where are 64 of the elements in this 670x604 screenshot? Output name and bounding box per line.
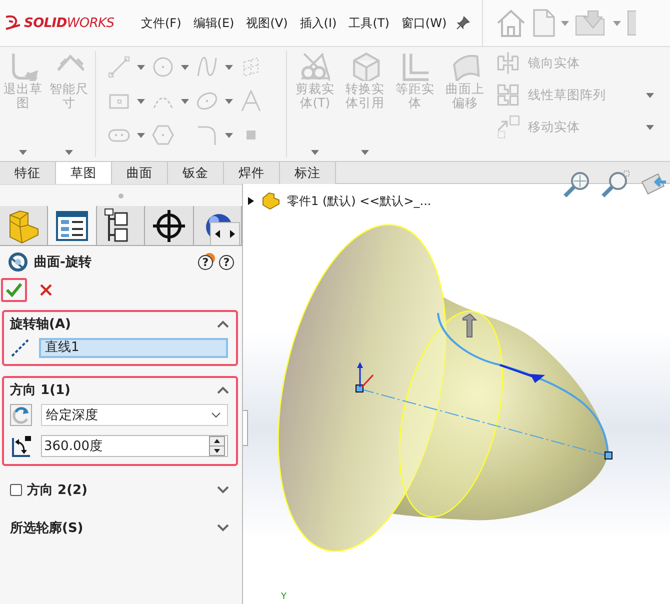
grip-handle-icon[interactable] (118, 192, 124, 198)
collapse-icon[interactable] (216, 385, 230, 395)
circle-icon (152, 56, 174, 78)
expand-icon[interactable] (216, 523, 230, 533)
line-icon (108, 56, 130, 78)
command-tab[interactable]: 焊件 (224, 162, 280, 184)
revolve-icon (8, 252, 28, 272)
hexagon-icon (152, 124, 174, 146)
command-tab[interactable]: 标注 (280, 162, 336, 184)
check-icon (5, 282, 23, 298)
offset-lines-icon (400, 51, 430, 81)
panel-tab[interactable] (145, 206, 194, 245)
collapse-icon[interactable] (216, 319, 230, 329)
expand-icon[interactable] (216, 485, 230, 495)
zoom-area-icon[interactable] (600, 170, 630, 198)
ellipse-icon (196, 90, 218, 112)
fillet-icon (196, 124, 218, 146)
scissors-icon (300, 51, 330, 81)
group-title: 方向 1(1) (10, 382, 70, 399)
close-icon (39, 283, 53, 297)
app-logo: SOLIDWORKS (24, 16, 114, 30)
panel-title: 曲面-旋转 (34, 254, 92, 271)
ok-button[interactable] (1, 278, 27, 302)
whats-new-button[interactable]: ? (198, 254, 213, 270)
angle-icon (10, 434, 32, 458)
group-title: 旋转轴(A) (10, 316, 71, 333)
menu-item[interactable]: 工具(T) (348, 12, 390, 34)
panel-tab[interactable] (96, 206, 146, 245)
caret-icon[interactable] (612, 20, 621, 26)
dropdown-field[interactable]: 给定深度 (41, 404, 228, 426)
part-tree-label[interactable]: 零件1 (默认) <<默认>_... (287, 192, 432, 210)
pattern-icon (496, 83, 520, 107)
spline-icon (196, 56, 218, 78)
menu-item[interactable]: 编辑(E) (192, 12, 236, 34)
command-tab[interactable]: 钣金 (168, 162, 224, 184)
expand-arrow-icon[interactable] (247, 196, 255, 206)
menu-item[interactable]: 窗口(W) (400, 12, 448, 34)
reverse-direction-icon[interactable] (10, 404, 32, 426)
caret-icon[interactable] (560, 20, 569, 26)
splitter-handle[interactable] (243, 410, 248, 446)
logo-icon (4, 15, 22, 31)
part-icon (261, 192, 281, 210)
group-title: 方向 2(2) (27, 482, 88, 499)
mirror-icon (496, 51, 520, 75)
cube-icon (350, 51, 380, 81)
menu-item[interactable]: 插入(I) (298, 12, 338, 34)
pin-icon[interactable] (456, 16, 470, 30)
zoom-to-fit-icon[interactable] (562, 170, 592, 198)
command-tab[interactable]: 特征 (0, 162, 56, 184)
group-title: 所选轮廓(S) (10, 520, 84, 537)
axis-label: Y (281, 592, 286, 602)
menu-item[interactable]: 视图(V) (245, 12, 289, 34)
command-tab[interactable]: 曲面 (112, 162, 168, 184)
letter-a-icon (240, 90, 262, 112)
command-tab[interactable]: 草图 (56, 162, 112, 184)
move-icon (496, 115, 520, 139)
axis-line-icon (10, 338, 30, 358)
help-button[interactable]: ? (219, 254, 234, 270)
checkbox[interactable] (10, 484, 22, 496)
chevron-down-icon (211, 412, 221, 418)
spinner-arrows-icon[interactable] (209, 436, 225, 456)
angle-field[interactable]: 360.00度 (41, 435, 228, 457)
selection-field[interactable]: 直线1 (39, 338, 228, 358)
menu-item[interactable]: 文件(F) (140, 12, 182, 34)
